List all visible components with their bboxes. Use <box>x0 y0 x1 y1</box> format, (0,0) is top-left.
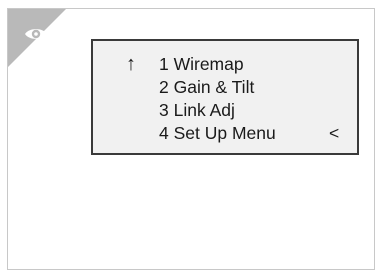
menu-item-wiremap[interactable]: ↑ 1 Wiremap <box>93 52 357 76</box>
menu-item-label: 2 Gain & Tilt <box>159 77 255 97</box>
selection-cursor-icon: < <box>329 123 340 143</box>
page-frame: ↑ 1 Wiremap 2 Gain & Tilt 3 Link Adj 4 S… <box>7 8 375 270</box>
menu-item-label: 4 Set Up Menu <box>159 123 276 143</box>
lcd-screen: ↑ 1 Wiremap 2 Gain & Tilt 3 Link Adj 4 S… <box>91 39 359 155</box>
menu-item-gain-tilt[interactable]: 2 Gain & Tilt <box>93 75 357 99</box>
menu-item-label: 3 Link Adj <box>159 100 235 120</box>
menu-item-set-up-menu[interactable]: 4 Set Up Menu < <box>93 121 357 145</box>
menu-item-link-adj[interactable]: 3 Link Adj <box>93 98 357 122</box>
up-arrow-icon: ↑ <box>126 53 136 75</box>
eye-icon <box>25 29 47 39</box>
menu-item-label: 1 Wiremap <box>159 54 244 74</box>
